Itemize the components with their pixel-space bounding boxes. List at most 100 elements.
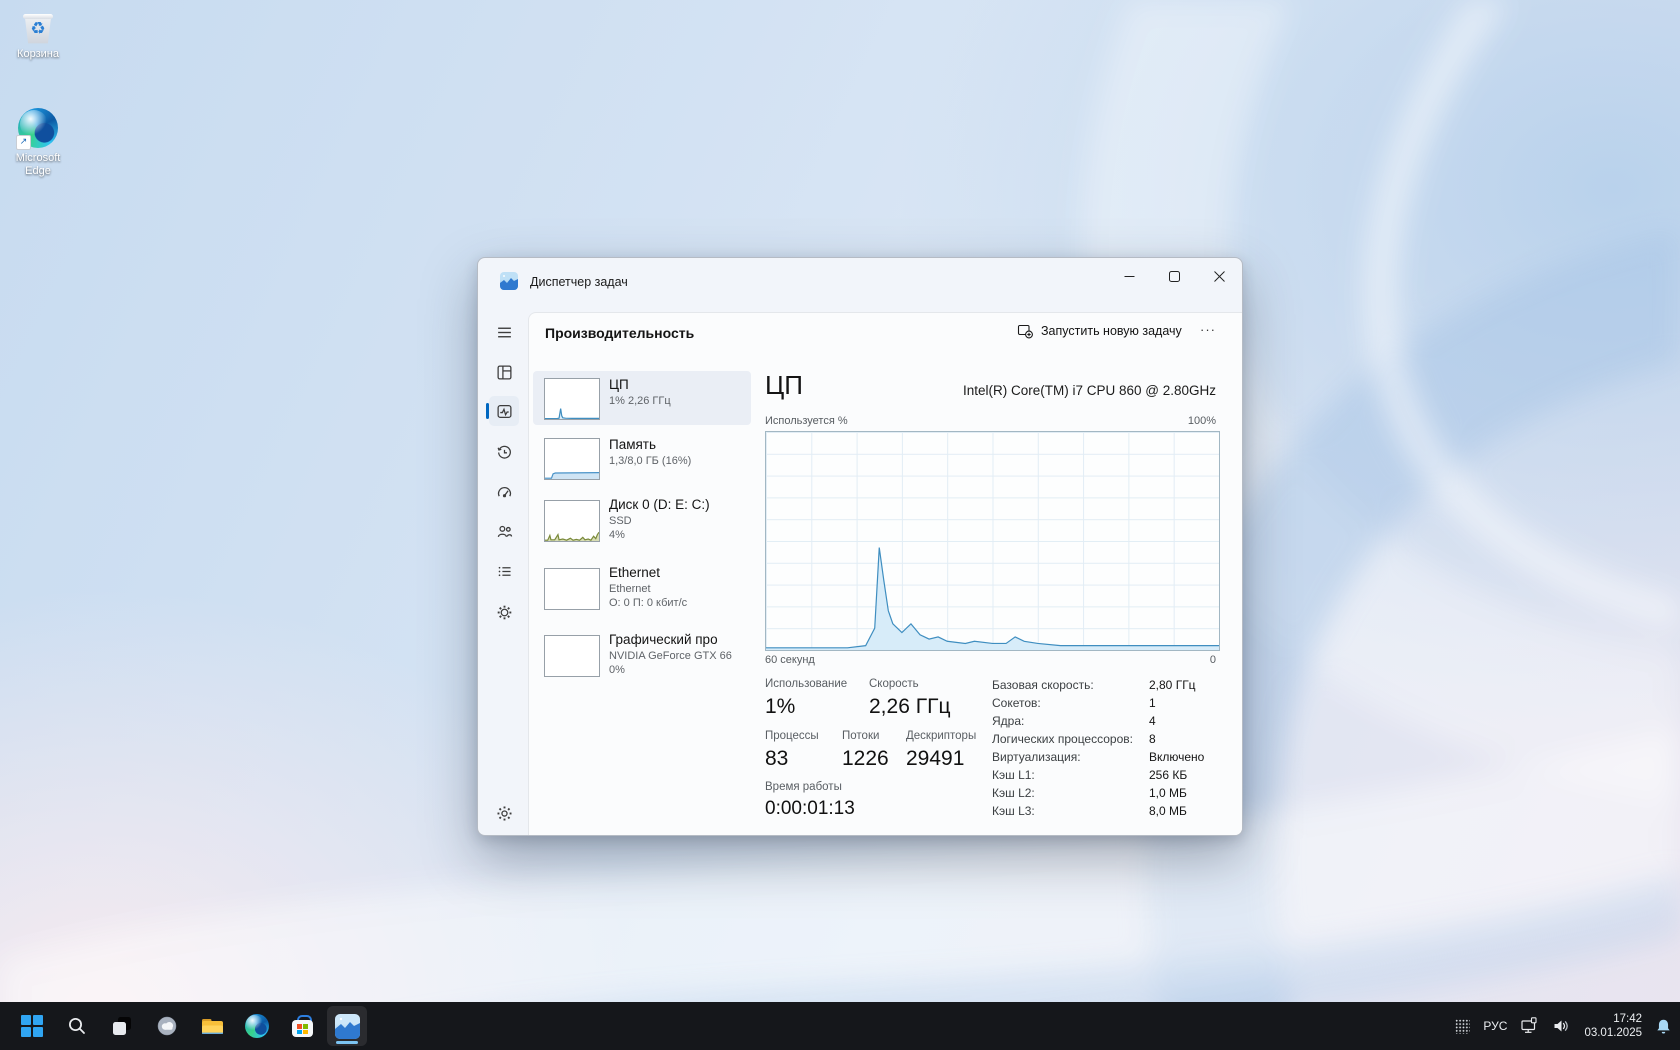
perf-item-disk[interactable]: Диск 0 (D: E: C:) SSD 4% [533,491,751,555]
sidebar-item-performance[interactable] [489,396,519,426]
sidebar-item-users[interactable] [489,516,519,546]
perf-item-gpu[interactable]: Графический про NVIDIA GeForce GTX 66 0% [533,626,751,690]
sidebar-item-startup-apps[interactable] [489,477,519,507]
perf-item-ethernet[interactable]: Ethernet Ethernet О: 0 П: 0 кбит/с [533,559,751,623]
perf-item-memory[interactable]: Память 1,3/8,0 ГБ (16%) [533,431,751,485]
stat-label: Дескрипторы [906,730,976,742]
search-icon [67,1016,87,1036]
start-button[interactable] [12,1006,52,1046]
hamburger-menu-icon [496,324,513,341]
nav-menu-button[interactable] [489,317,519,347]
detail-value: 1 [1149,696,1156,710]
edge-button[interactable] [237,1006,277,1046]
perf-item-cpu[interactable]: ЦП 1% 2,26 ГГц [533,371,751,425]
detail-label: Ядра: [992,714,1024,728]
close-button[interactable] [1197,258,1242,294]
volume-icon[interactable] [1552,1017,1571,1035]
sidebar-item-services[interactable] [489,597,519,627]
detail-value: Включено [1149,750,1204,764]
detail-label: Виртуализация: [992,750,1081,764]
window-titlebar[interactable]: Диспетчер задач [478,258,1242,312]
detail-value: 8 [1149,732,1156,746]
processes-icon [496,364,513,381]
minimize-icon [1124,271,1135,282]
chart-label-0: 0 [1210,654,1216,666]
perf-item-stat: 4% [609,529,625,541]
file-explorer-icon [201,1015,224,1038]
perf-item-stat: О: 0 П: 0 кбит/с [609,597,687,609]
detail-label: Сокетов: [992,696,1041,710]
windows-start-icon [21,1015,43,1037]
more-options-button[interactable]: ··· [1193,318,1223,344]
settings-button[interactable] [489,798,519,828]
perf-item-stat: 0% [609,664,625,676]
task-manager-taskbar-button[interactable] [327,1006,367,1046]
desktop-icon-label: Microsoft Edge [2,152,74,178]
taskbar-clock[interactable]: 17:42 03.01.2025 [1584,1012,1642,1040]
perf-item-stat: NVIDIA GeForce GTX 66 [609,650,732,662]
widgets-button[interactable] [147,1006,187,1046]
chart-label-60s: 60 секунд [765,654,815,666]
language-indicator[interactable]: РУС [1483,1019,1507,1033]
notifications-bell-icon[interactable] [1655,1018,1672,1035]
task-manager-app-icon [500,272,518,290]
sidebar-item-details[interactable] [489,556,519,586]
memory-mini-chart [544,438,600,480]
perf-item-stat: 1% 2,26 ГГц [609,395,671,407]
window-title: Диспетчер задач [530,275,628,289]
network-ethernet-icon[interactable] [1520,1017,1539,1035]
close-icon [1214,271,1225,282]
stat-value-processes: 83 [765,747,788,771]
task-view-icon [111,1015,133,1037]
users-icon [496,523,513,540]
detail-label: Логических процессоров: [992,732,1133,746]
taskbar-apps [0,1006,367,1046]
running-app-indicator [336,1041,358,1044]
services-icon [496,604,513,621]
taskbar-search-button[interactable] [57,1006,97,1046]
sidebar-item-app-history[interactable] [489,437,519,467]
edge-icon [245,1014,269,1038]
desktop-icon-recycle-bin[interactable]: ♻ Корзина [2,12,74,61]
stat-value-uptime: 0:00:01:13 [765,798,855,820]
file-explorer-button[interactable] [192,1006,232,1046]
recycle-bin-icon: ♻ [23,12,53,44]
maximize-icon [1169,271,1180,282]
app-history-icon [496,444,513,461]
maximize-button[interactable] [1152,258,1197,294]
run-new-task-button[interactable]: Запустить новую задачу [1013,318,1186,344]
stat-label: Процессы [765,730,819,742]
system-tray: РУС 17:42 03.01.2025 [1455,1002,1672,1050]
details-icon [496,563,513,580]
stat-label: Потоки [842,730,879,742]
ethernet-mini-chart [544,568,600,610]
startup-apps-icon [496,484,513,501]
tray-date: 03.01.2025 [1584,1026,1642,1040]
taskbar: РУС 17:42 03.01.2025 [0,1002,1680,1050]
perf-item-name: Ethernet [609,565,660,580]
detail-label: Кэш L1: [992,768,1035,782]
stat-label: Время работы [765,781,842,793]
desktop-icon-microsoft-edge[interactable]: ↗ Microsoft Edge [2,108,74,178]
gpu-mini-chart [544,635,600,677]
task-view-button[interactable] [102,1006,142,1046]
tray-time: 17:42 [1584,1012,1642,1026]
detail-label: Кэш L3: [992,804,1035,818]
tray-overflow-icon[interactable] [1455,1019,1470,1034]
stat-label: Скорость [869,678,919,690]
minimize-button[interactable] [1107,258,1152,294]
cpu-mini-chart [544,378,600,420]
stat-label: Использование [765,678,847,690]
perf-item-name: Память [609,437,656,452]
page-title: Производительность [545,325,694,341]
detail-label: Кэш L2: [992,786,1035,800]
performance-icon [496,403,513,420]
perf-item-name: ЦП [609,377,629,392]
widgets-weather-icon [156,1015,178,1037]
store-button[interactable] [282,1006,322,1046]
detail-value: 1,0 МБ [1149,786,1187,800]
detail-value: 4 [1149,714,1156,728]
stat-value-handles: 29491 [906,747,964,771]
sidebar-item-processes[interactable] [489,357,519,387]
cpu-panel-title: ЦП [765,370,803,401]
